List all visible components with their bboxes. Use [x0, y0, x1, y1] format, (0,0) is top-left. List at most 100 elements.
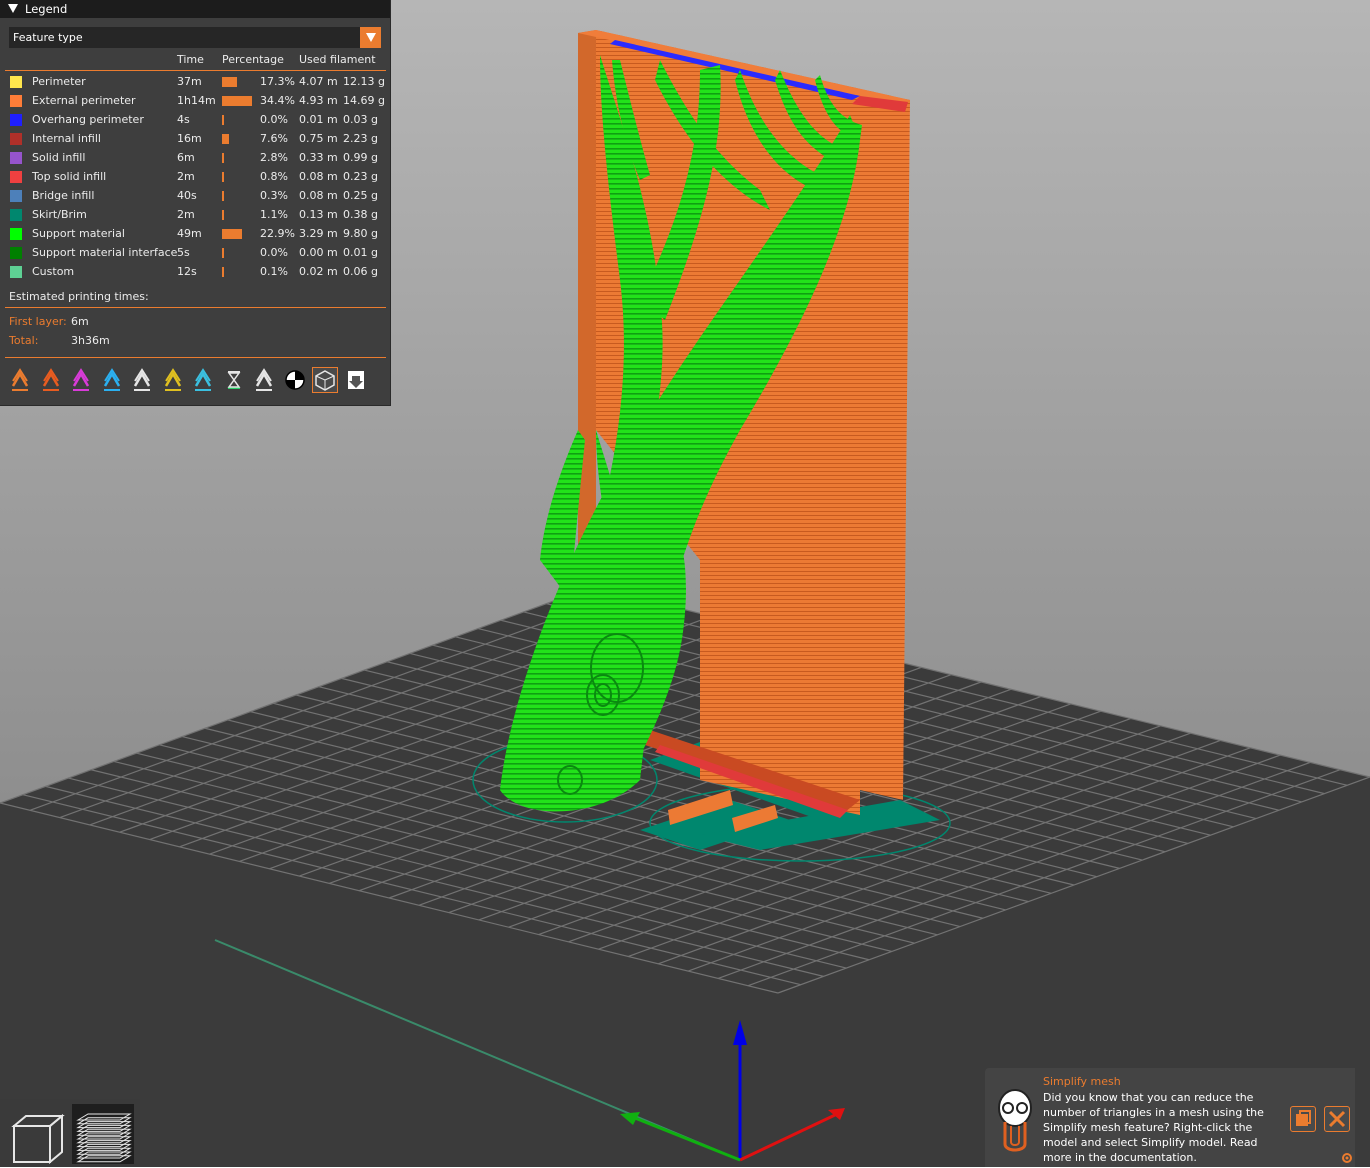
wipe-toggle[interactable]	[39, 368, 63, 392]
percentage-bar	[222, 134, 229, 144]
feature-length: 0.13 m	[299, 208, 338, 221]
feature-weight: 12.13 g	[343, 75, 385, 88]
column-header-percentage: Percentage	[222, 53, 284, 66]
percentage-bar	[222, 210, 224, 220]
hint-mascot-icon	[998, 1089, 1032, 1152]
feature-length: 0.33 m	[299, 151, 338, 164]
feature-time: 2m	[177, 170, 195, 183]
view-type-combo[interactable]: Feature type	[9, 27, 381, 48]
feature-name: Bridge infill	[32, 189, 95, 202]
view-type-dropdown-button[interactable]	[360, 27, 381, 48]
travel-toggle[interactable]	[8, 368, 32, 392]
feature-percentage: 17.3%	[260, 75, 295, 88]
open-documentation-button[interactable]	[1290, 1106, 1316, 1132]
view-mode-toggle	[0, 1099, 140, 1167]
feature-percentage: 1.1%	[260, 208, 288, 221]
center-of-gravity-icon	[284, 370, 305, 390]
toolbar-separator	[5, 357, 386, 358]
seams-toggle[interactable]	[130, 368, 154, 392]
tool-marker-toggle[interactable]	[344, 368, 368, 392]
feature-time: 4s	[177, 113, 190, 126]
center-of-gravity-toggle[interactable]	[283, 368, 307, 392]
3d-view-button[interactable]	[4, 1104, 66, 1165]
feature-time: 6m	[177, 151, 195, 164]
chevron-down-icon	[366, 33, 376, 42]
color-swatch	[10, 133, 22, 145]
feature-name: Support material interface	[32, 246, 178, 259]
total-label: Total:	[9, 334, 39, 347]
shells-toggle[interactable]	[312, 367, 338, 393]
deretractions-toggle[interactable]	[100, 368, 124, 392]
feature-percentage: 0.8%	[260, 170, 288, 183]
feature-name: Overhang perimeter	[32, 113, 144, 126]
feature-weight: 0.99 g	[343, 151, 378, 164]
feature-weight: 0.03 g	[343, 113, 378, 126]
hint-notification: Simplify mesh Did you know that you can …	[985, 1068, 1355, 1167]
settings-gear-icon[interactable]	[1341, 1152, 1353, 1164]
feature-name: Perimeter	[32, 75, 86, 88]
hint-title: Simplify mesh	[1043, 1075, 1121, 1088]
color-changes-icon	[194, 368, 212, 391]
feature-weight: 0.23 g	[343, 170, 378, 183]
cube-icon	[11, 1113, 65, 1165]
collapse-arrow-icon[interactable]	[8, 4, 18, 13]
legend-header[interactable]: Legend	[0, 0, 390, 18]
first-layer-label: First layer:	[9, 315, 67, 328]
color-swatch	[10, 209, 22, 221]
tool-marker-icon	[347, 371, 364, 389]
pause-toggle[interactable]	[222, 368, 246, 392]
feature-length: 4.07 m	[299, 75, 338, 88]
custom-gcode-toggle[interactable]	[252, 368, 276, 392]
feature-weight: 0.06 g	[343, 265, 378, 278]
percentage-bar	[222, 248, 224, 258]
feature-length: 0.75 m	[299, 132, 338, 145]
percentage-bar	[222, 229, 242, 239]
close-icon	[1328, 1110, 1346, 1128]
feature-percentage: 0.0%	[260, 246, 288, 259]
legend-row: Solid infill 6m 2.8% 0.33 m 0.99 g	[0, 150, 390, 169]
preview-view-button[interactable]	[72, 1104, 134, 1164]
feature-percentage: 2.8%	[260, 151, 288, 164]
color-swatch	[10, 190, 22, 202]
feature-time: 40s	[177, 189, 197, 202]
hint-body: Did you know that you can reduce the num…	[1043, 1091, 1264, 1164]
feature-length: 3.29 m	[299, 227, 338, 240]
documentation-icon	[1296, 1110, 1311, 1126]
legend-row: Support material interface 5s 0.0% 0.00 m 0.…	[0, 245, 390, 264]
feature-weight: 0.38 g	[343, 208, 378, 221]
color-changes-toggle[interactable]	[191, 368, 215, 392]
legend-row: Internal infill 16m 7.6% 0.75 m 2.23 g	[0, 131, 390, 150]
wipe-icon	[42, 368, 59, 391]
color-swatch	[10, 114, 22, 126]
feature-name: Support material	[32, 227, 125, 240]
legend-row: Bridge infill 40s 0.3% 0.08 m 0.25 g	[0, 188, 390, 207]
feature-percentage: 0.0%	[260, 113, 288, 126]
feature-length: 0.08 m	[299, 170, 338, 183]
feature-time: 2m	[177, 208, 195, 221]
retractions-toggle[interactable]	[69, 368, 93, 392]
feature-time: 12s	[177, 265, 197, 278]
feature-time: 5s	[177, 246, 190, 259]
travel-icon	[11, 368, 29, 391]
color-swatch	[10, 152, 22, 164]
tool-changes-icon	[164, 368, 181, 391]
feature-name: Solid infill	[32, 151, 86, 164]
legend-row: External perimeter 1h14m 34.4% 4.93 m 14.69 …	[0, 93, 390, 112]
feature-weight: 0.25 g	[343, 189, 378, 202]
percentage-bar	[222, 191, 224, 201]
first-layer-value: 6m	[71, 315, 89, 328]
tool-changes-toggle[interactable]	[161, 368, 185, 392]
legend-row: Custom 12s 0.1% 0.02 m 0.06 g	[0, 264, 390, 283]
feature-percentage: 0.1%	[260, 265, 288, 278]
feature-time: 37m	[177, 75, 202, 88]
legend-row: Top solid infill 2m 0.8% 0.08 m 0.23 g	[0, 169, 390, 188]
feature-length: 0.08 m	[299, 189, 338, 202]
feature-time: 49m	[177, 227, 202, 240]
feature-percentage: 34.4%	[260, 94, 295, 107]
feature-time: 16m	[177, 132, 202, 145]
layers-icon	[76, 1113, 132, 1163]
custom-gcode-icon	[255, 368, 273, 391]
legend-row: Overhang perimeter 4s 0.0% 0.01 m 0.03 g	[0, 112, 390, 131]
close-hint-button[interactable]	[1324, 1106, 1350, 1132]
feature-length: 0.02 m	[299, 265, 338, 278]
